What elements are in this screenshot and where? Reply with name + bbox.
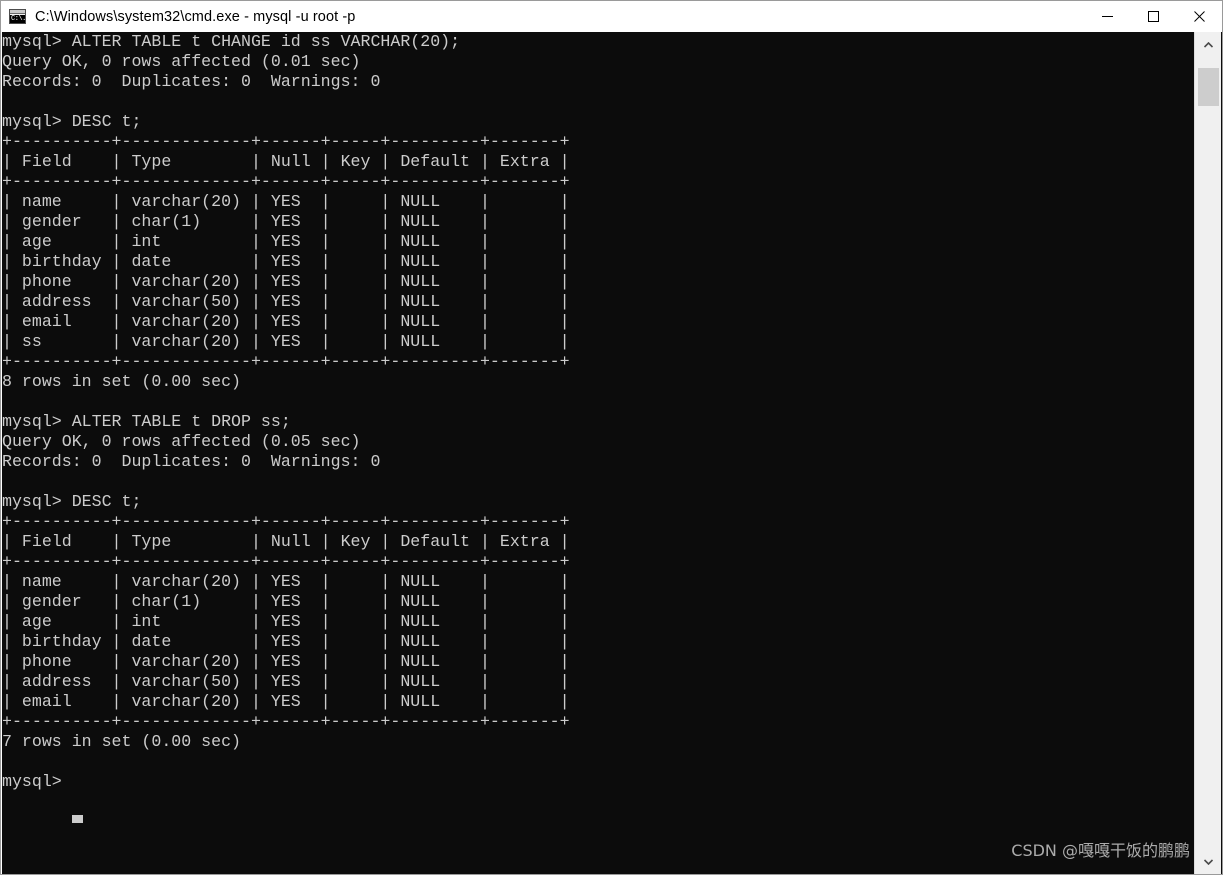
cmd-icon-glyph: C:\. bbox=[10, 15, 25, 23]
chevron-up-icon bbox=[1203, 42, 1213, 48]
close-icon bbox=[1193, 11, 1205, 22]
console-cursor bbox=[72, 815, 83, 823]
maximize-icon bbox=[1147, 11, 1159, 22]
title-bar[interactable]: C:\. C:\Windows\system32\cmd.exe - mysql… bbox=[1, 1, 1222, 32]
minimize-button[interactable] bbox=[1084, 1, 1130, 32]
cmd-window: C:\. C:\Windows\system32\cmd.exe - mysql… bbox=[0, 0, 1223, 875]
console-text: mysql> ALTER TABLE t CHANGE id ss VARCHA… bbox=[2, 32, 570, 791]
cmd-icon-titlebar bbox=[10, 10, 25, 14]
window-controls bbox=[1084, 1, 1222, 32]
cmd-console-icon: C:\. bbox=[9, 9, 26, 24]
scrollbar-thumb[interactable] bbox=[1198, 68, 1219, 106]
watermark: CSDN @嘎嘎干饭的鹏鹏 bbox=[1011, 841, 1190, 860]
maximize-button[interactable] bbox=[1130, 1, 1176, 32]
scroll-up-arrow[interactable] bbox=[1195, 34, 1221, 56]
window-title: C:\Windows\system32\cmd.exe - mysql -u r… bbox=[35, 8, 356, 25]
console-output-area[interactable]: mysql> ALTER TABLE t CHANGE id ss VARCHA… bbox=[2, 32, 1222, 874]
scroll-down-arrow[interactable] bbox=[1195, 851, 1221, 873]
minimize-icon bbox=[1101, 16, 1113, 17]
vertical-scrollbar[interactable] bbox=[1194, 32, 1221, 874]
close-button[interactable] bbox=[1176, 1, 1222, 32]
chevron-down-icon bbox=[1203, 859, 1213, 865]
